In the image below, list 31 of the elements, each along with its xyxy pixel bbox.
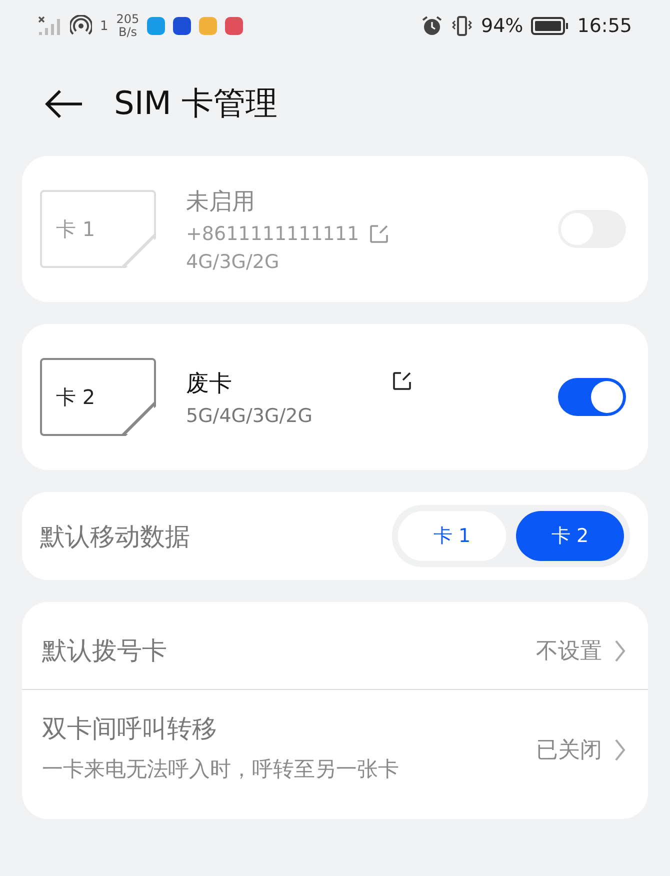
network-types: 4G/3G/2G bbox=[186, 250, 280, 272]
vibrate-icon bbox=[451, 15, 473, 37]
alarm-icon bbox=[421, 15, 443, 37]
sim-name: 未启用 bbox=[186, 188, 255, 216]
page-title: SIM 卡管理 bbox=[114, 83, 278, 124]
signal-icon bbox=[38, 16, 62, 36]
chevron-icon bbox=[614, 638, 626, 662]
setting-value[interactable]: 不设置 bbox=[536, 636, 602, 666]
battery-percent: 94% bbox=[481, 15, 524, 37]
battery-icon bbox=[531, 16, 570, 36]
edit-icon[interactable] bbox=[392, 371, 412, 391]
network-types: 5G/4G/3G/2G bbox=[186, 404, 314, 426]
clock: 16:55 bbox=[577, 15, 632, 37]
sim-name: 废卡 bbox=[186, 370, 232, 398]
setting-value[interactable]: 已关闭 bbox=[536, 734, 602, 764]
hotspot-count: 1 bbox=[100, 18, 108, 34]
hotspot-icon bbox=[70, 15, 92, 37]
chevron-icon bbox=[614, 738, 626, 762]
setting-description: 一卡来电无法呼入时，呼转至另一张卡 bbox=[42, 756, 400, 783]
setting-title[interactable]: 双卡间呼叫转移 bbox=[42, 712, 524, 745]
back-arrow-icon[interactable] bbox=[44, 89, 84, 119]
speed-value: 205 bbox=[116, 13, 140, 26]
sim-option[interactable]: 卡 2 bbox=[516, 511, 624, 561]
speed-unit: B/s bbox=[118, 26, 137, 39]
sim-slot-badge: 卡 2 bbox=[40, 358, 156, 436]
phone-number: +8611111111111 bbox=[186, 222, 360, 244]
sim-slot-badge: 卡 1 bbox=[40, 190, 156, 268]
sim-toggle[interactable] bbox=[558, 378, 626, 416]
default-data-label: 默认移动数据 bbox=[40, 520, 190, 552]
setting-title[interactable]: 默认拨号卡 bbox=[42, 634, 524, 667]
sim-option[interactable]: 卡 1 bbox=[398, 511, 506, 561]
